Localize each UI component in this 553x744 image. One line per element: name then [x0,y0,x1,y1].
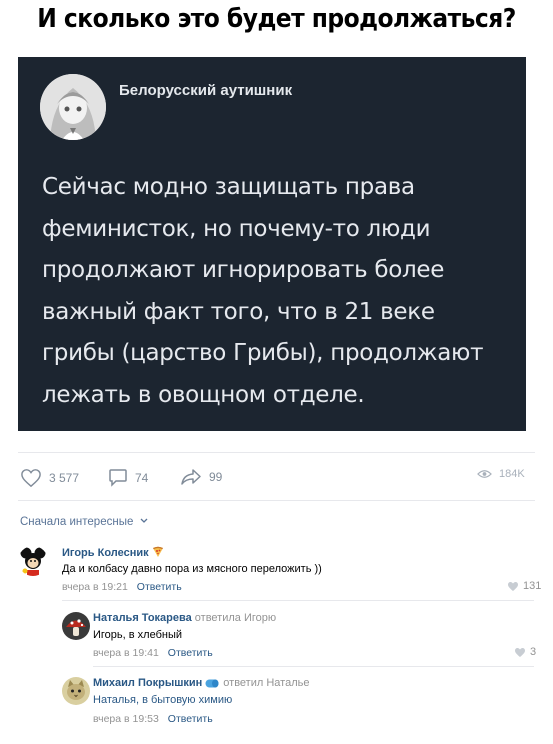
comment-time[interactable]: вчера в 19:41 [93,647,159,659]
share-arrow-icon [181,469,201,485]
sort-label: Сначала интересные [20,516,134,528]
like-count: 3 577 [49,471,80,485]
comment-author-avatar[interactable] [62,677,90,705]
like-button[interactable]: 3 577 [20,468,79,488]
comment-author-label: Наталья Токарева [93,612,192,624]
comment-text: Да и колбасу давно пора из мясного перел… [62,563,322,575]
pizza-emoji-icon [152,546,164,561]
tweet-text-line: важный факт того, что в 21 веке [42,298,435,325]
comment-text: Игорь, в хлебный [93,629,182,641]
comment-time[interactable]: вчера в 19:21 [62,581,128,593]
comment-text: Наталья, в бытовую химию [93,694,233,706]
tweet-author-name[interactable]: Белорусский аутишник [119,82,292,99]
share-count: 99 [209,470,223,484]
views-counter: 184K [477,468,525,480]
share-button[interactable]: 99 [180,468,222,486]
comment-like-button[interactable]: 131 [507,580,541,592]
heart-icon [508,581,518,591]
tweet-text: Сейчас модно защищать права феминисток, … [42,167,512,416]
comment-like-button[interactable]: 3 [514,646,536,658]
replied-to-label: ответил Наталье [223,677,310,689]
comment-icon [109,469,127,487]
divider [62,600,534,601]
comment-time[interactable]: вчера в 19:53 [93,713,159,725]
comment-count: 74 [135,470,149,485]
comment-author-name[interactable]: Михаил Покрышкин ответил Наталье [93,677,309,691]
anime-girl-avatar-icon [40,74,106,140]
heart-icon [515,647,525,657]
comment-like-count: 131 [523,580,542,592]
mickey-mouse-avatar-icon [18,546,48,576]
chevron-down-icon [140,518,148,523]
tweet-text-line: феминисток, но почему-то люди [42,215,431,242]
comment-author-name[interactable]: Игорь Колесник [62,546,164,561]
heart-icon [21,469,41,488]
comment-author-avatar[interactable] [62,612,90,640]
reply-button[interactable]: Ответить [168,647,213,659]
sort-comments-dropdown[interactable]: Сначала интересные [20,516,148,528]
tweet-text-line: продолжают игнорировать более [42,257,445,283]
comment-author-label: Игорь Колесник [62,547,149,559]
views-count: 184K [499,468,525,480]
reply-button[interactable]: Ответить [137,581,182,593]
comment-meta: вчера в 19:53 Ответить [93,713,213,725]
comment-author-label: Михаил Покрышкин [93,677,203,689]
divider [18,500,535,501]
comment-like-count: 3 [530,646,537,658]
tweet-card: Белорусский аутишник Сейчас модно защища… [18,57,526,431]
pill-emoji-icon [205,679,219,691]
tweet-author-avatar[interactable] [40,74,106,140]
tweet-text-line: Сейчас модно защищать права [42,174,415,200]
meme-title: И сколько это будет продолжаться? [37,4,516,34]
reply-button[interactable]: Ответить [168,713,213,725]
divider [93,666,534,667]
comment-meta: вчера в 19:21 Ответить [62,581,182,593]
eye-icon [477,470,492,478]
comment-author-name[interactable]: Наталья Токарева ответила Игорю [93,612,276,624]
replied-to-label: ответила Игорю [194,612,277,624]
comment-author-avatar[interactable] [18,546,48,576]
comment-button[interactable]: 74 [108,468,148,487]
comment-meta: вчера в 19:41 Ответить [93,647,213,659]
comment-item: Игорь Колесник Да и колбасу давно пора и… [0,540,553,600]
cat-avatar-icon [62,677,90,705]
tweet-text-line: грибы (царство Грибы), продолжают [42,340,484,366]
comment-reply-item: Михаил Покрышкин ответил Наталье Наталья,… [0,673,553,733]
mushroom-avatar-icon [62,612,90,640]
tweet-text-line: лежать в овощном отделе. [42,381,365,408]
comment-reply-item: Наталья Токарева ответила Игорю Игорь, в… [0,606,553,666]
divider [18,452,535,453]
